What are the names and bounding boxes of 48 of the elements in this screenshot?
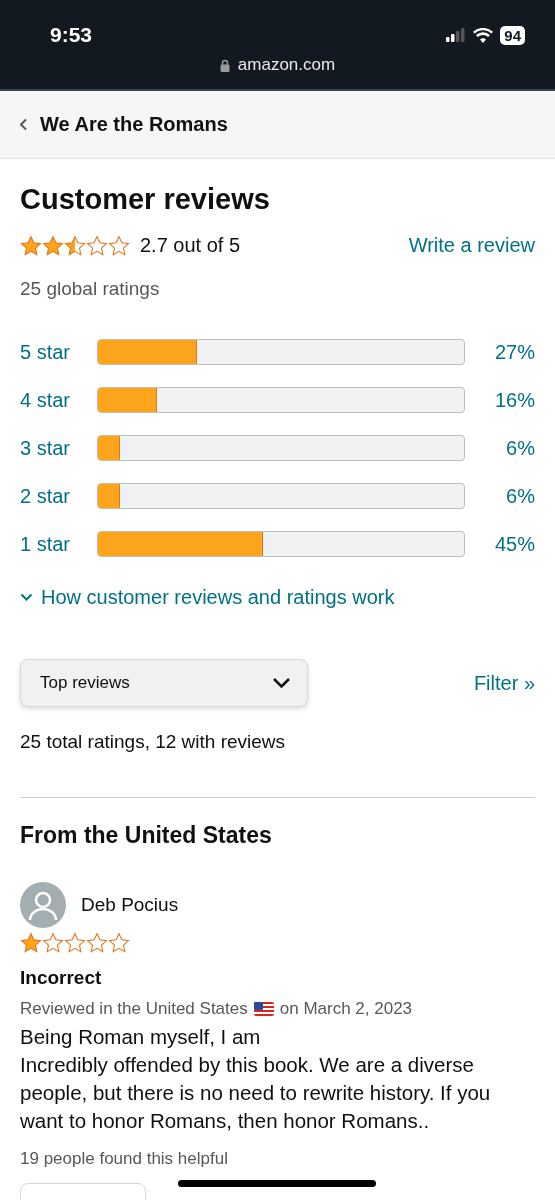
percent-link[interactable]: 6%: [465, 484, 535, 508]
total-ratings-text: 25 total ratings, 12 with reviews: [20, 731, 287, 753]
avatar-icon: [20, 882, 66, 928]
star-icon: [20, 234, 42, 257]
star-filter-link[interactable]: 2 star: [20, 484, 97, 508]
review-date: on March 2, 2023: [279, 999, 413, 1019]
signal-icon: [446, 28, 467, 42]
review-text: Incredibly offended by this book. We are a diverse people, but there is no need to rewrite history. If you want to honor Romans, then honor Romans..: [20, 1052, 492, 1134]
url-text: amazon.com: [237, 55, 336, 75]
clock-time: 9:53: [50, 23, 93, 47]
star-icon: [42, 234, 64, 257]
helpful-count: 19 people found this helpful: [20, 1149, 229, 1169]
review-text: Being Roman myself, I am: [20, 1024, 262, 1050]
star-filter-link[interactable]: 5 star: [20, 340, 97, 364]
review-title: Incorrect: [20, 967, 103, 989]
star-icon: [86, 932, 108, 954]
percent-link[interactable]: 27%: [465, 340, 535, 364]
star-icon: [20, 932, 42, 954]
sort-dropdown[interactable]: Top reviews: [20, 659, 308, 707]
section-heading: From the United States: [20, 822, 273, 849]
percent-link[interactable]: 16%: [465, 388, 535, 412]
how-reviews-link[interactable]: How customer reviews and ratings work: [20, 586, 535, 609]
filter-link[interactable]: Filter »: [473, 671, 535, 695]
lock-icon: [219, 58, 230, 72]
review-location: Reviewed in the United States: [20, 999, 248, 1019]
star-icon: [64, 234, 86, 257]
star-icon: [108, 234, 130, 257]
chevron-down-icon: [272, 677, 291, 689]
wifi-icon: [473, 27, 494, 43]
global-ratings-text: 25 global ratings: [20, 278, 161, 300]
rating-text: 2.7 out of 5: [140, 234, 241, 257]
star-icon: [42, 932, 64, 954]
star-filter-link[interactable]: 1 star: [20, 532, 97, 556]
star-icon: [108, 932, 130, 954]
back-icon: [19, 118, 28, 131]
chevron-down-icon: [20, 593, 33, 602]
star-icon: [64, 932, 86, 954]
page-title: We Are the Romans: [40, 113, 228, 136]
flag-icon: [253, 1002, 274, 1016]
percent-link[interactable]: 6%: [465, 436, 535, 460]
percent-link[interactable]: 45%: [465, 532, 535, 556]
write-review-link[interactable]: Write a review: [408, 234, 535, 257]
star-filter-link[interactable]: 4 star: [20, 388, 97, 412]
battery-level: 94: [500, 25, 525, 45]
star-filter-link[interactable]: 3 star: [20, 436, 97, 460]
section-heading: Customer reviews: [20, 182, 271, 217]
reviewer-name: Deb Pocius: [81, 894, 179, 916]
star-icon: [86, 234, 108, 257]
